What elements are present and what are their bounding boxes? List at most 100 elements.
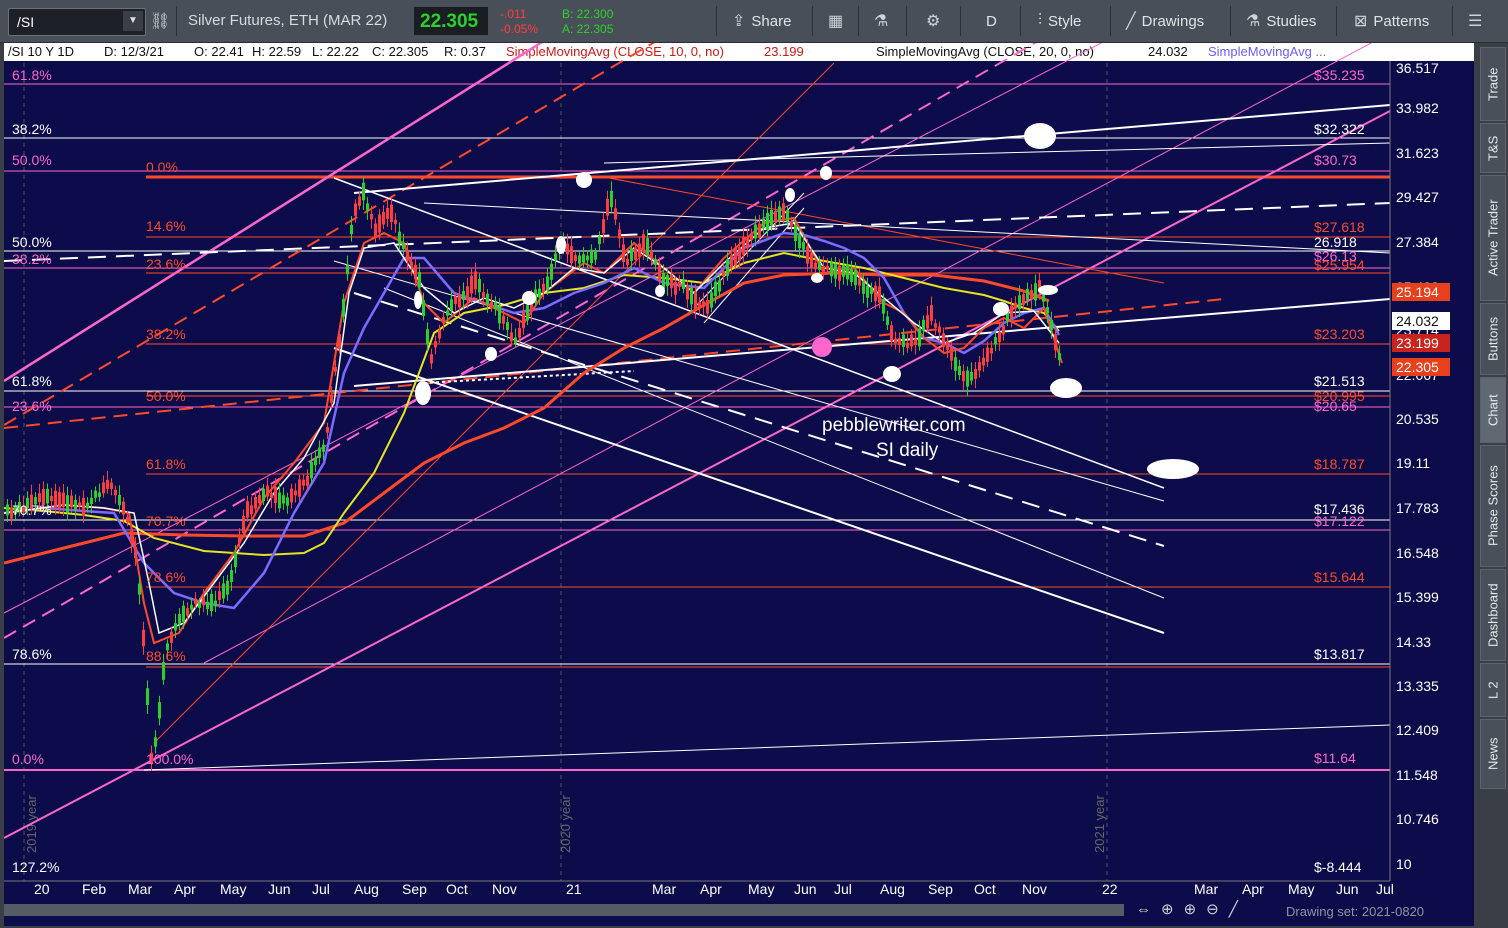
link-icon[interactable]: ⛓ bbox=[150, 5, 170, 37]
style-button[interactable]: ⫶ Style bbox=[1038, 5, 1081, 37]
right-panel-tab-dashboard[interactable]: Dashboard bbox=[1480, 569, 1506, 661]
trendlines bbox=[3, 0, 1391, 839]
candle-body bbox=[126, 516, 129, 523]
candle-body bbox=[914, 338, 917, 345]
right-panel-tab-t-s[interactable]: T&S bbox=[1480, 123, 1506, 173]
candle-body bbox=[930, 305, 933, 321]
flask-icon: ⚗ bbox=[874, 13, 889, 30]
candle-body bbox=[346, 264, 349, 275]
candle-body bbox=[642, 234, 645, 251]
candle-body bbox=[298, 479, 301, 497]
toolbar-divider bbox=[960, 6, 961, 36]
candle-body bbox=[666, 275, 669, 287]
header-sma20: SimpleMovingAvg (CLOSE, 20, 0, no) bbox=[876, 44, 1094, 59]
time-axis-label: Jul bbox=[834, 881, 852, 897]
candle-body bbox=[442, 317, 445, 324]
target-marker bbox=[1024, 123, 1056, 149]
fib-label: $30.73 bbox=[1314, 152, 1357, 168]
candle-body bbox=[170, 631, 173, 643]
fib-label: 38.2% bbox=[12, 251, 52, 267]
candle-body bbox=[766, 212, 769, 230]
candle-body bbox=[966, 370, 969, 387]
candle-body bbox=[890, 325, 893, 342]
candle-body bbox=[782, 203, 785, 220]
right-panel-tab-buttons[interactable]: Buttons bbox=[1480, 303, 1506, 375]
watermark-caption: SI daily bbox=[876, 440, 939, 461]
candle-body bbox=[694, 291, 697, 310]
right-panel-tab-active-trader[interactable]: Active Trader bbox=[1480, 175, 1506, 301]
patterns-button[interactable]: ⊠ Patterns bbox=[1354, 5, 1429, 37]
fib-label: $27.618 bbox=[1314, 219, 1365, 235]
trendline bbox=[353, 104, 1391, 194]
pan-icon[interactable]: ⇔ bbox=[1136, 901, 1161, 918]
fib-label: 50.0% bbox=[12, 152, 52, 168]
candle-body bbox=[998, 331, 1001, 343]
right-panel-tab-phase-scores[interactable]: Phase Scores bbox=[1480, 445, 1506, 567]
period-button[interactable]: D bbox=[986, 5, 997, 37]
candle-body bbox=[698, 302, 701, 307]
candle-body bbox=[974, 369, 977, 379]
candle-body bbox=[158, 702, 161, 719]
candle-body bbox=[714, 281, 717, 297]
candle-body bbox=[970, 371, 973, 381]
chart-settings-button[interactable]: ▦ bbox=[828, 5, 843, 37]
zoom-controls[interactable]: ⇔⊕⊕⊖╱ bbox=[1136, 900, 1248, 918]
candle-body bbox=[866, 286, 869, 298]
candle-body bbox=[182, 605, 185, 623]
crosshair-icon[interactable]: ⊕ bbox=[1161, 901, 1184, 918]
menu-button[interactable]: ☰ bbox=[1468, 5, 1482, 37]
chart-area[interactable]: /SI 10 Y 1D D: 12/3/21 O: 22.41 H: 22.59… bbox=[3, 0, 1474, 921]
draw-icon[interactable]: ╱ bbox=[1229, 901, 1248, 918]
right-panel-tab-chart[interactable]: Chart bbox=[1480, 377, 1506, 443]
candle-body bbox=[514, 337, 517, 344]
price-tag-label: 23.199 bbox=[1396, 335, 1439, 351]
candle-body bbox=[490, 301, 493, 309]
zoom-out-icon[interactable]: ⊖ bbox=[1206, 901, 1229, 918]
candle-body bbox=[74, 499, 77, 510]
candle-body bbox=[382, 211, 385, 225]
settings-button[interactable]: ⚙ bbox=[926, 5, 940, 37]
candle-body bbox=[434, 341, 437, 348]
candle-body bbox=[690, 287, 693, 305]
candle-body bbox=[510, 332, 513, 342]
right-panel-tab-news[interactable]: News bbox=[1480, 719, 1506, 789]
candle-body bbox=[342, 299, 345, 317]
candle-body bbox=[586, 255, 589, 261]
target-marker bbox=[1050, 378, 1082, 398]
candle-body bbox=[670, 274, 673, 289]
time-axis-label: Mar bbox=[1194, 881, 1218, 897]
candle-body bbox=[854, 270, 857, 286]
toolbar-divider bbox=[906, 6, 907, 36]
time-axis-label: Jun bbox=[1336, 881, 1359, 897]
time-axis-label: Oct bbox=[446, 881, 468, 897]
symbol-dropdown-icon[interactable]: ▼ bbox=[123, 11, 143, 31]
candle-body bbox=[826, 265, 829, 270]
candle-body bbox=[1030, 290, 1033, 299]
zoom-in-icon[interactable]: ⊕ bbox=[1184, 901, 1207, 918]
fib-label: $18.787 bbox=[1314, 456, 1365, 472]
candle-body bbox=[566, 243, 569, 255]
scroll-thumb[interactable] bbox=[4, 904, 1124, 916]
time-axis-label: Jun bbox=[268, 881, 291, 897]
share-icon: ⇪ bbox=[732, 13, 746, 30]
right-panel-tab-trade[interactable]: Trade bbox=[1480, 47, 1506, 121]
candle-body bbox=[1002, 325, 1005, 335]
share-button[interactable]: ⇪ Share bbox=[732, 5, 791, 37]
price-chart[interactable]: /SI 10 Y 1D D: 12/3/21 O: 22.41 H: 22.59… bbox=[3, 0, 1474, 921]
fib-label: 14.6% bbox=[146, 218, 186, 234]
studies-button[interactable]: ⚗ Studies bbox=[1246, 5, 1316, 37]
flask-button[interactable]: ⚗ bbox=[874, 5, 888, 37]
symbol-selector[interactable]: /SI ▼ bbox=[8, 8, 146, 36]
candle-body bbox=[86, 502, 89, 509]
drawings-button[interactable]: ╱ Drawings bbox=[1126, 5, 1204, 37]
fib-label: $21.513 bbox=[1314, 373, 1365, 389]
right-panel-tab-l-2[interactable]: L 2 bbox=[1480, 663, 1506, 717]
horizontal-scrollbar[interactable] bbox=[4, 904, 1124, 916]
candle-body bbox=[650, 250, 653, 259]
candle-body bbox=[426, 329, 429, 345]
candle-body bbox=[206, 601, 209, 609]
candle-body bbox=[706, 299, 709, 314]
time-axis-label: Sep bbox=[928, 881, 953, 897]
candle-body bbox=[838, 265, 841, 281]
header-sma10-value: 23.199 bbox=[764, 44, 804, 59]
